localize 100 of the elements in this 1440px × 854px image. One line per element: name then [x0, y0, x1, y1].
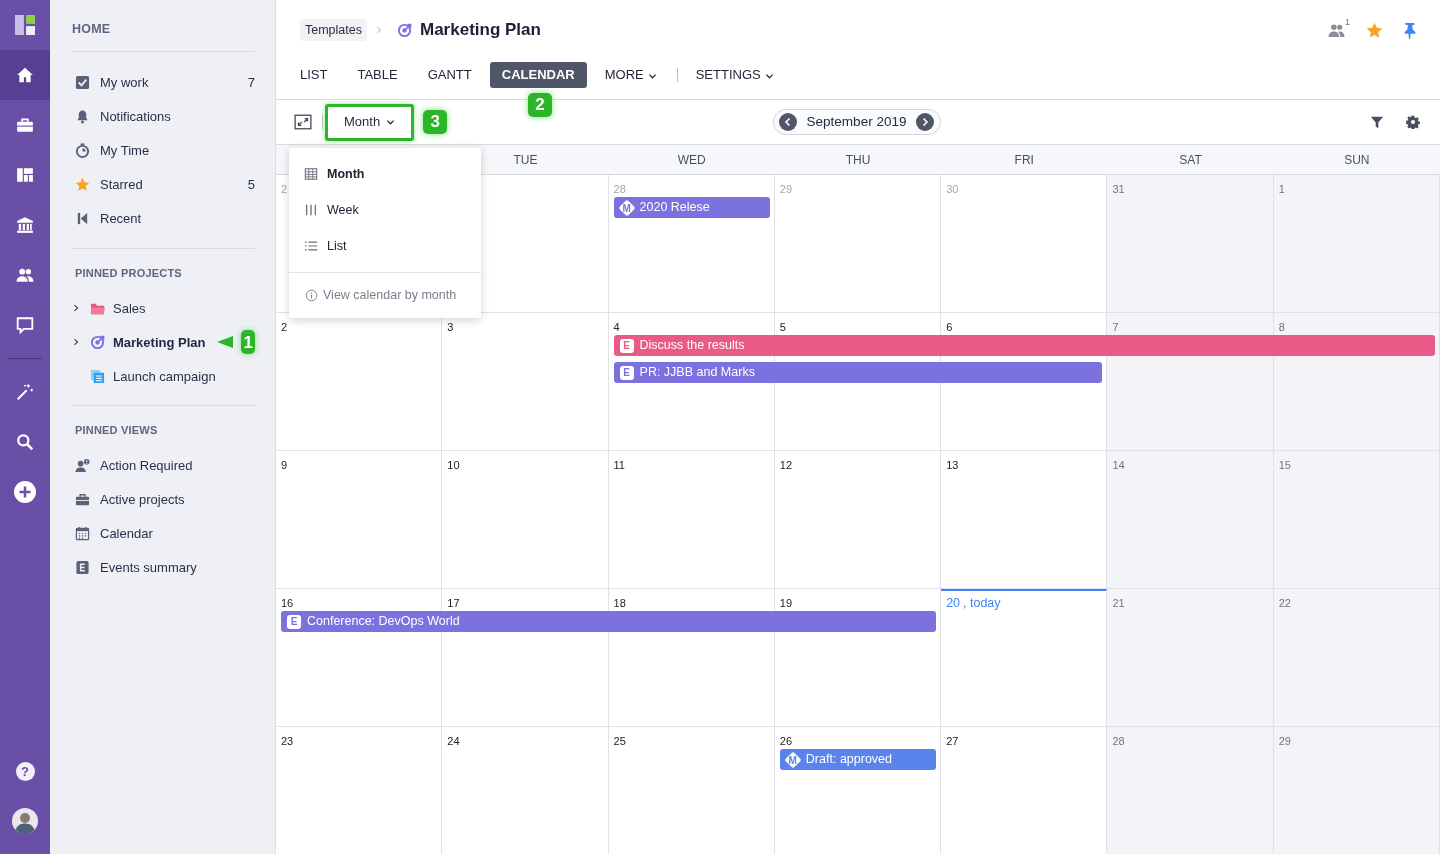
sidebar-item[interactable]: My Time: [100, 141, 255, 161]
day-number: 9: [281, 459, 288, 471]
chevron-right-icon[interactable]: [72, 303, 80, 314]
event-type-badge: E: [619, 338, 634, 353]
stopwatch-icon: [75, 143, 90, 159]
day-cell[interactable]: 15: [1273, 451, 1440, 589]
period-label: September 2019: [806, 112, 907, 131]
view-tab[interactable]: TABLE: [345, 62, 410, 88]
day-cell[interactable]: 21: [1107, 589, 1274, 727]
sidebar-item[interactable]: Action Required: [100, 456, 255, 476]
day-cell[interactable]: 9: [276, 451, 443, 589]
day-cell[interactable]: 28: [1107, 727, 1274, 854]
day-number: 30: [946, 183, 959, 195]
day-number: 17: [447, 597, 460, 609]
previous-icon[interactable]: [778, 113, 797, 131]
chevron-right-icon: [375, 25, 383, 35]
weekday-header: SUN: [1344, 151, 1370, 169]
view-tab[interactable]: CALENDAR: [489, 62, 587, 88]
sidebar-item[interactable]: Marketing Plan: [113, 332, 206, 352]
bell-icon: [75, 109, 90, 125]
day-number: 23: [281, 735, 294, 747]
day-number: 4: [613, 321, 620, 333]
view-dropdown-button[interactable]: Month: [325, 103, 415, 141]
day-cell[interactable]: 1: [1273, 175, 1440, 313]
day-number: 12: [779, 459, 793, 471]
day-cell[interactable]: 11: [608, 451, 775, 589]
filter-icon[interactable]: [1370, 115, 1384, 129]
chevron-right-icon[interactable]: [72, 337, 80, 348]
next-icon[interactable]: [916, 113, 935, 131]
avatar-icon[interactable]: [12, 808, 38, 834]
menu-item[interactable]: Month: [289, 156, 481, 192]
day-number: 19: [779, 597, 793, 609]
event-bar[interactable]: E PR: JJBB and Marks: [613, 362, 1103, 383]
day-cell[interactable]: 10: [442, 451, 609, 589]
help-icon[interactable]: ?: [15, 761, 35, 781]
sidebar-item[interactable]: Notifications: [100, 107, 255, 127]
star-icon[interactable]: [1366, 21, 1383, 39]
event-type-badge: M: [618, 199, 636, 216]
settings-icon[interactable]: [1406, 115, 1420, 129]
columns-icon: [304, 203, 318, 217]
sidebar-item[interactable]: Calendar: [100, 524, 255, 544]
event-bar[interactable]: M Draft: approved: [779, 749, 937, 770]
weekday-header: SAT: [1179, 151, 1202, 169]
day-cell[interactable]: 3: [442, 313, 609, 451]
bank-icon[interactable]: [16, 216, 34, 234]
dashboard-icon[interactable]: [16, 166, 34, 184]
add-icon[interactable]: [14, 481, 36, 503]
day-number: 28: [1112, 735, 1125, 747]
sidebar-item[interactable]: Active projects: [100, 490, 255, 510]
day-cell[interactable]: 20 , today: [941, 589, 1108, 727]
day-number: 2: [281, 183, 288, 195]
sidebar-item[interactable]: Launch campaign: [113, 366, 216, 386]
day-cell[interactable]: 12: [774, 451, 942, 589]
weekday-header: THU: [845, 151, 871, 169]
day-cell[interactable]: 13: [941, 451, 1108, 589]
day-number: 28: [613, 183, 626, 195]
day-cell[interactable]: 29: [1273, 727, 1440, 854]
caret-icon: [386, 117, 396, 127]
people-icon[interactable]: [16, 266, 34, 284]
day-cell[interactable]: 22: [1273, 589, 1440, 727]
chat-icon[interactable]: [16, 316, 34, 334]
view-tab[interactable]: LIST: [288, 62, 340, 88]
star-icon: [75, 177, 90, 193]
magic-wand-icon[interactable]: [16, 383, 34, 401]
day-cell[interactable]: 31: [1107, 175, 1274, 313]
sidebar-item[interactable]: Events summary: [100, 558, 255, 578]
weekday-header: FRI: [1014, 151, 1034, 169]
expand-icon[interactable]: [294, 113, 312, 131]
day-number: 21: [1112, 597, 1125, 609]
day-number: 10: [447, 459, 460, 471]
day-number: 20: [946, 595, 961, 612]
menu-item[interactable]: List: [289, 228, 481, 264]
event-bar[interactable]: M 2020 Relese: [613, 197, 770, 218]
search-icon[interactable]: [16, 433, 34, 451]
briefcase-icon[interactable]: [16, 116, 34, 134]
day-number: 31: [1112, 183, 1125, 195]
sidebar-item[interactable]: My work: [100, 73, 238, 93]
day-number: 11: [613, 459, 625, 471]
menu-item[interactable]: Week: [289, 192, 481, 228]
day-number: 3: [447, 321, 454, 333]
sidebar-item[interactable]: Sales: [113, 298, 146, 318]
target-icon: [397, 22, 412, 38]
day-cell[interactable]: 14: [1107, 451, 1274, 589]
sidebar-item[interactable]: Recent: [100, 209, 255, 229]
view-tab[interactable]: MORE: [592, 62, 669, 88]
watcher-count: 1: [1345, 15, 1350, 29]
view-tab[interactable]: SETTINGS: [683, 62, 786, 88]
section-title: HOME: [72, 21, 112, 38]
event-bar[interactable]: E Conference: DevOps World: [281, 611, 937, 632]
day-number: 26: [779, 735, 793, 747]
home-icon[interactable]: [16, 66, 34, 84]
day-number: 27: [946, 735, 959, 747]
view-tab[interactable]: GANTT: [415, 62, 484, 88]
day-number: 22: [1278, 597, 1291, 609]
section-title: PINNED PROJECTS: [74, 265, 183, 281]
day-number: 16: [281, 597, 294, 609]
sidebar-item[interactable]: Starred: [100, 175, 238, 195]
day-number: 5: [779, 321, 786, 333]
breadcrumb-link[interactable]: Templates: [300, 18, 367, 42]
logo-icon[interactable]: [15, 15, 35, 35]
